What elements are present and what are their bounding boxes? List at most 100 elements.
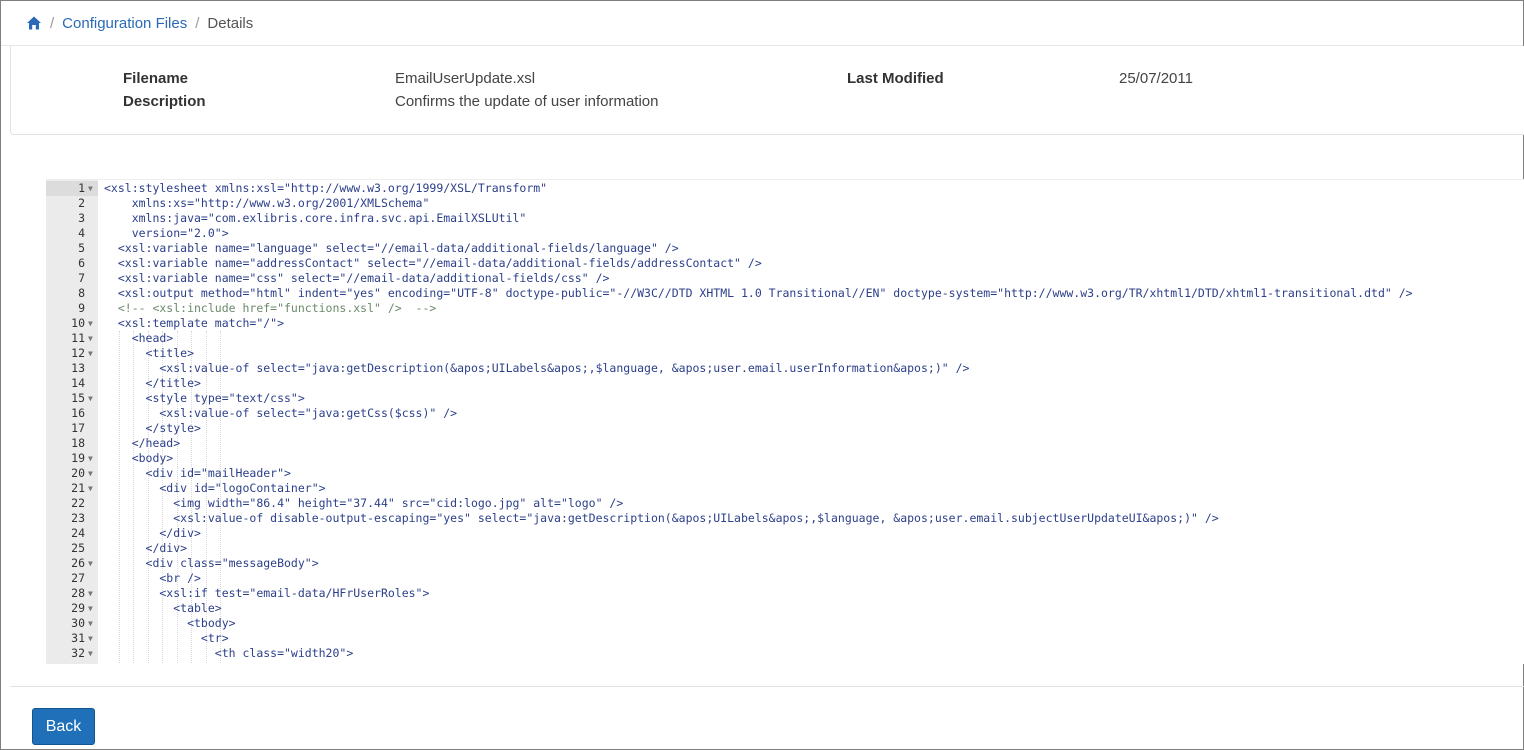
line-number: 16 xyxy=(71,406,85,420)
code-text: <style type="text/css"> xyxy=(104,391,305,405)
line-number: 14 xyxy=(71,376,85,390)
code-text: <!-- <xsl:include href="functions.xsl" /… xyxy=(104,301,437,315)
filename-label: Filename xyxy=(123,70,189,87)
code-line: 2 xmlns:xs="http://www.w3.org/2001/XMLSc… xyxy=(46,196,1524,211)
code-text: <div id="mailHeader"> xyxy=(104,466,291,480)
code-line: 4 version="2.0"> xyxy=(46,226,1524,241)
code-line: 10 ▼ <xsl:template match="/"> xyxy=(46,316,1524,331)
code-line: 15 ▼ <style type="text/css"> xyxy=(46,391,1524,406)
fold-toggle-icon[interactable]: ▼ xyxy=(88,391,96,406)
line-number: 26 xyxy=(71,556,85,570)
code-text: <xsl:value-of disable-output-escaping="y… xyxy=(104,511,1219,525)
breadcrumb-separator: / xyxy=(50,14,55,32)
fold-toggle-icon[interactable]: ▼ xyxy=(88,556,96,571)
code-text: <br /> xyxy=(104,571,201,585)
line-number: 28 xyxy=(71,586,85,600)
fold-toggle-icon[interactable]: ▼ xyxy=(88,331,96,346)
code-line: 23 <xsl:value-of disable-output-escaping… xyxy=(46,511,1524,526)
breadcrumb-configuration-files[interactable]: Configuration Files xyxy=(62,15,187,32)
line-number: 9 xyxy=(78,301,85,315)
code-line: 16 <xsl:value-of select="java:getCss($cs… xyxy=(46,406,1524,421)
line-number: 10 xyxy=(71,316,85,330)
line-number: 12 xyxy=(71,346,85,360)
line-number: 13 xyxy=(71,361,85,375)
code-text: <table> xyxy=(104,601,222,615)
home-icon[interactable] xyxy=(26,15,42,31)
code-line: 24 </div> xyxy=(46,526,1524,541)
code-text: <xsl:variable name="addressContact" sele… xyxy=(104,256,762,270)
fold-toggle-icon[interactable]: ▼ xyxy=(88,346,96,361)
fold-toggle-icon[interactable]: ▼ xyxy=(88,586,96,601)
code-line: 30 ▼ <tbody> xyxy=(46,616,1524,631)
line-number: 6 xyxy=(78,256,85,270)
breadcrumb-details: Details xyxy=(207,14,254,32)
code-text: <div id="logoContainer"> xyxy=(104,481,326,495)
fold-toggle-icon[interactable]: ▼ xyxy=(88,451,96,466)
fold-toggle-icon[interactable]: ▼ xyxy=(88,316,96,331)
line-number: 32 xyxy=(71,646,85,660)
line-number: 29 xyxy=(71,601,85,615)
fold-toggle-icon[interactable]: ▼ xyxy=(88,181,96,196)
code-line: 7 <xsl:variable name="css" select="//ema… xyxy=(46,271,1524,286)
code-text: <xsl:variable name="language" select="//… xyxy=(104,241,679,255)
code-line: 18 </head> xyxy=(46,436,1524,451)
code-text: </title> xyxy=(104,376,201,390)
code-line: 5 <xsl:variable name="language" select="… xyxy=(46,241,1524,256)
back-button[interactable]: Back xyxy=(32,708,95,745)
line-number: 24 xyxy=(71,526,85,540)
code-text: <xsl:value-of select="java:getDescriptio… xyxy=(104,361,970,375)
code-text: version="2.0"> xyxy=(104,226,229,240)
code-line: 17 </style> xyxy=(46,421,1524,436)
code-text: <head> xyxy=(104,331,174,345)
file-details-card: Filename EmailUserUpdate.xsl Description… xyxy=(10,46,1524,135)
code-text: </head> xyxy=(104,436,181,450)
code-text: <img width="86.4" height="37.44" src="ci… xyxy=(104,496,624,510)
code-line: 8 <xsl:output method="html" indent="yes"… xyxy=(46,286,1524,301)
last-modified-label: Last Modified xyxy=(847,70,944,87)
code-text: <xsl:template match="/"> xyxy=(104,316,285,330)
fold-toggle-icon[interactable]: ▼ xyxy=(88,481,96,496)
line-number: 31 xyxy=(71,631,85,645)
code-line: 29 ▼ <table> xyxy=(46,601,1524,616)
line-number: 4 xyxy=(78,226,85,240)
breadcrumb: / Configuration Files / Details xyxy=(26,12,253,34)
code-line: 13 <xsl:value-of select="java:getDescrip… xyxy=(46,361,1524,376)
line-number: 7 xyxy=(78,271,85,285)
code-text: </div> xyxy=(104,541,188,555)
code-text: <th class="width20"> xyxy=(104,646,354,660)
fold-toggle-icon[interactable]: ▼ xyxy=(88,466,96,481)
fold-toggle-icon[interactable]: ▼ xyxy=(88,646,96,661)
code-line: 31 ▼ <tr> xyxy=(46,631,1524,646)
line-number: 20 xyxy=(71,466,85,480)
code-line: 6 <xsl:variable name="addressContact" se… xyxy=(46,256,1524,271)
code-line: 12 ▼ <title> xyxy=(46,346,1524,361)
description-value: Confirms the update of user information xyxy=(395,93,659,110)
code-line: 19 ▼ <body> xyxy=(46,451,1524,466)
line-number: 30 xyxy=(71,616,85,630)
code-line: 20 ▼ <div id="mailHeader"> xyxy=(46,466,1524,481)
code-line: 14 </title> xyxy=(46,376,1524,391)
line-number: 22 xyxy=(71,496,85,510)
fold-toggle-icon[interactable]: ▼ xyxy=(88,601,96,616)
line-number: 23 xyxy=(71,511,85,525)
line-number: 21 xyxy=(71,481,85,495)
fold-toggle-icon[interactable]: ▼ xyxy=(88,616,96,631)
breadcrumb-separator: / xyxy=(195,14,200,32)
line-number: 18 xyxy=(71,436,85,450)
code-line: 32 ▼ <th class="width20"> xyxy=(46,646,1524,661)
line-number: 25 xyxy=(71,541,85,555)
code-line: 25 </div> xyxy=(46,541,1524,556)
code-text: <body> xyxy=(104,451,174,465)
code-text: </style> xyxy=(104,421,201,435)
code-text: <div class="messageBody"> xyxy=(104,556,319,570)
code-text: <tbody> xyxy=(104,616,236,630)
footer-divider xyxy=(10,686,1524,687)
line-number: 27 xyxy=(71,571,85,585)
code-line: 9 <!-- <xsl:include href="functions.xsl"… xyxy=(46,301,1524,316)
code-text: xmlns:xs="http://www.w3.org/2001/XMLSche… xyxy=(104,196,430,210)
fold-toggle-icon[interactable]: ▼ xyxy=(88,631,96,646)
line-number: 2 xyxy=(78,196,85,210)
code-line: 28 ▼ <xsl:if test="email-data/HFrUserRole… xyxy=(46,586,1524,601)
code-editor[interactable]: 1 ▼ <xsl:stylesheet xmlns:xsl="http://www.… xyxy=(46,179,1524,664)
code-line: 22 <img width="86.4" height="37.44" src=… xyxy=(46,496,1524,511)
